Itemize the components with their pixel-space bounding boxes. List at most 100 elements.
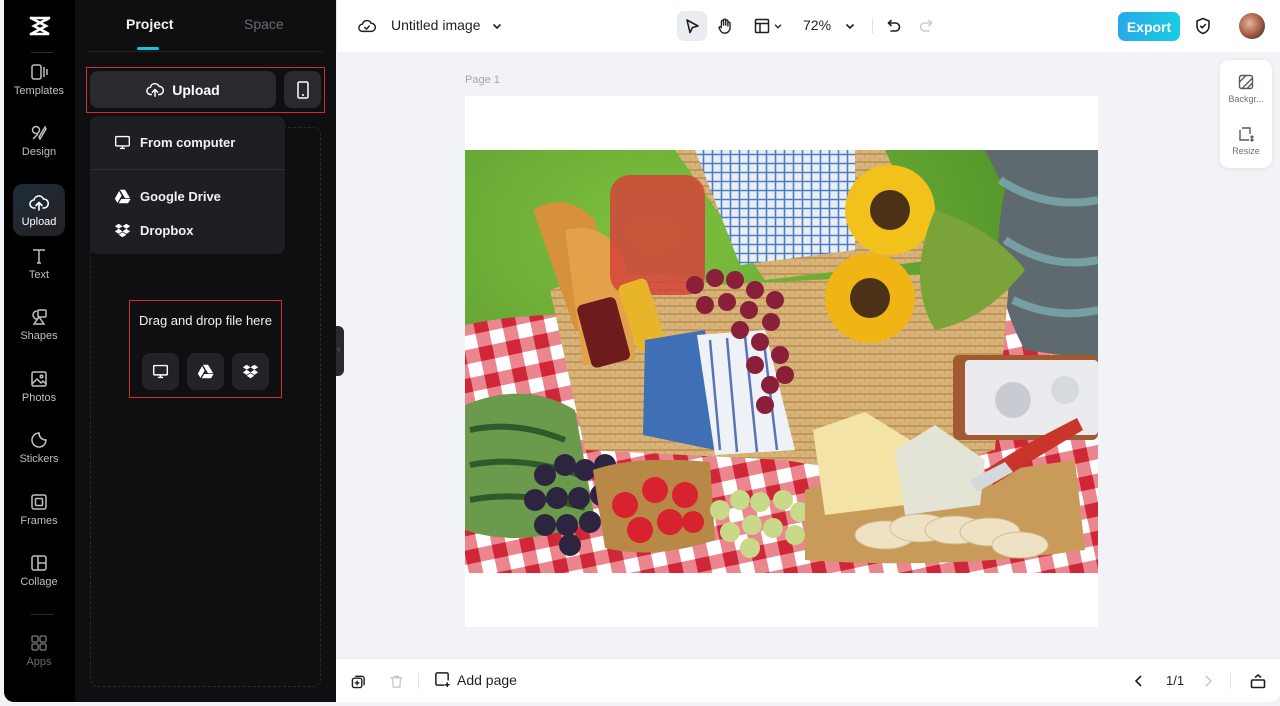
capcut-logo-icon[interactable] bbox=[28, 14, 52, 38]
resize-button[interactable]: Resize bbox=[1220, 118, 1272, 164]
cloud-saved-icon[interactable] bbox=[357, 16, 377, 36]
frames-icon bbox=[31, 493, 47, 510]
picnic-photo bbox=[465, 150, 1098, 573]
collage-icon bbox=[31, 554, 47, 571]
rail-item-apps[interactable]: Apps bbox=[13, 624, 65, 676]
dropbox-icon bbox=[114, 223, 131, 237]
design-icon bbox=[31, 124, 47, 141]
toolbar-divider bbox=[872, 18, 873, 34]
zoom-level[interactable]: 72% bbox=[803, 17, 831, 33]
background-icon bbox=[1238, 74, 1254, 90]
page-manager-button[interactable] bbox=[1248, 671, 1268, 691]
monitor-icon bbox=[152, 364, 169, 379]
rail-item-label: Upload bbox=[21, 215, 57, 228]
menu-item-google-drive[interactable]: Google Drive bbox=[90, 179, 285, 213]
rail-item-label: Shapes bbox=[20, 329, 58, 342]
user-avatar[interactable] bbox=[1239, 13, 1265, 39]
templates-icon bbox=[31, 63, 48, 80]
add-page-label: Add page bbox=[457, 671, 517, 688]
document-title[interactable]: Untitled image bbox=[391, 17, 481, 33]
phone-icon bbox=[296, 80, 309, 99]
rail-item-label: Photos bbox=[21, 391, 57, 404]
delete-page-button[interactable] bbox=[387, 672, 405, 690]
next-page-button[interactable] bbox=[1199, 672, 1217, 690]
upload-cloud-icon bbox=[29, 194, 49, 211]
chevron-left-icon bbox=[1134, 675, 1142, 687]
shield-check-button[interactable] bbox=[1193, 15, 1213, 37]
rail-item-stickers[interactable]: Stickers bbox=[13, 421, 65, 473]
canvas-image[interactable] bbox=[465, 150, 1098, 573]
chevron-right-icon bbox=[1205, 675, 1213, 687]
upload-source-menu: From computer Google Drive Dropbox bbox=[90, 116, 285, 254]
hand-tool-button[interactable] bbox=[713, 14, 737, 38]
google-drive-icon bbox=[197, 364, 214, 379]
upload-from-phone-button[interactable] bbox=[284, 71, 321, 108]
panel-tabs: Project Space bbox=[89, 0, 323, 52]
previous-page-button[interactable] bbox=[1130, 672, 1148, 690]
upload-button-label: Upload bbox=[172, 81, 220, 98]
page-label: Page 1 bbox=[465, 74, 500, 86]
dropzone-dropbox-button[interactable] bbox=[232, 353, 269, 390]
duplicate-icon bbox=[351, 675, 365, 688]
tab-project[interactable]: Project bbox=[126, 16, 173, 32]
rail-item-label: Design bbox=[21, 145, 57, 158]
upload-cloud-icon bbox=[146, 82, 165, 97]
background-label: Backgr... bbox=[1228, 94, 1264, 104]
export-button[interactable]: Export bbox=[1118, 12, 1180, 41]
right-floating-panel: Backgr... Resize bbox=[1220, 60, 1272, 168]
page-indicator: 1/1 bbox=[1166, 673, 1185, 688]
title-chevron-down-icon[interactable] bbox=[489, 17, 505, 35]
hand-icon bbox=[718, 18, 731, 34]
stickers-icon bbox=[31, 431, 47, 448]
app-root: Templates Design Upload Text Shapes Phot… bbox=[0, 0, 1280, 706]
menu-item-label: Dropbox bbox=[140, 222, 194, 238]
photos-icon bbox=[31, 370, 47, 387]
menu-item-label: From computer bbox=[140, 134, 236, 150]
dropzone-computer-button[interactable] bbox=[142, 353, 179, 390]
dropzone-google-drive-button[interactable] bbox=[187, 353, 224, 390]
active-tab-indicator bbox=[137, 47, 159, 50]
background-button[interactable]: Backgr... bbox=[1220, 66, 1272, 112]
rail-item-upload[interactable]: Upload bbox=[13, 184, 65, 236]
rail-item-collage[interactable]: Collage bbox=[13, 544, 65, 596]
cursor-icon bbox=[686, 19, 699, 34]
chevron-left-icon: ‹ bbox=[337, 344, 341, 355]
zoom-chevron-down-icon[interactable] bbox=[841, 17, 859, 35]
rail-item-shapes[interactable]: Shapes bbox=[13, 298, 65, 350]
upload-panel: Project Space Upload Drag and drop file … bbox=[75, 0, 336, 702]
pages-tray-icon bbox=[1250, 673, 1266, 689]
rail-item-label: Apps bbox=[26, 655, 52, 668]
rail-item-frames[interactable]: Frames bbox=[13, 483, 65, 535]
dropbox-icon bbox=[242, 364, 259, 379]
undo-icon bbox=[887, 19, 901, 32]
menu-item-from-computer[interactable]: From computer bbox=[90, 125, 285, 159]
add-page-button[interactable]: Add page bbox=[434, 671, 517, 688]
redo-button[interactable] bbox=[915, 15, 937, 37]
menu-item-dropbox[interactable]: Dropbox bbox=[90, 213, 285, 247]
rail-item-photos[interactable]: Photos bbox=[13, 360, 65, 412]
left-rail: Templates Design Upload Text Shapes Phot… bbox=[4, 0, 75, 702]
rail-item-design[interactable]: Design bbox=[13, 114, 65, 166]
duplicate-page-button[interactable] bbox=[349, 672, 367, 690]
chevron-down-icon bbox=[774, 24, 781, 29]
redo-icon bbox=[919, 19, 933, 32]
undo-button[interactable] bbox=[883, 15, 905, 37]
collapse-panel-handle[interactable]: ‹ bbox=[336, 326, 344, 376]
tab-space[interactable]: Space bbox=[244, 16, 284, 32]
rail-item-label: Text bbox=[28, 268, 50, 281]
rail-item-templates[interactable]: Templates bbox=[13, 53, 65, 105]
rail-item-label: Frames bbox=[20, 514, 58, 527]
toolbar-divider bbox=[418, 673, 419, 689]
upload-button[interactable]: Upload bbox=[90, 71, 276, 108]
rail-item-text[interactable]: Text bbox=[13, 237, 65, 289]
rail-item-label: Collage bbox=[20, 575, 58, 588]
rail-item-label: Templates bbox=[13, 84, 65, 97]
shield-check-icon bbox=[1196, 17, 1210, 35]
resize-label: Resize bbox=[1232, 146, 1260, 156]
layout-dropdown-button[interactable] bbox=[751, 15, 785, 37]
menu-divider bbox=[90, 169, 285, 170]
select-tool-button[interactable] bbox=[677, 11, 707, 41]
add-page-icon bbox=[435, 672, 450, 688]
layout-icon bbox=[754, 18, 769, 34]
google-drive-icon bbox=[114, 189, 131, 203]
